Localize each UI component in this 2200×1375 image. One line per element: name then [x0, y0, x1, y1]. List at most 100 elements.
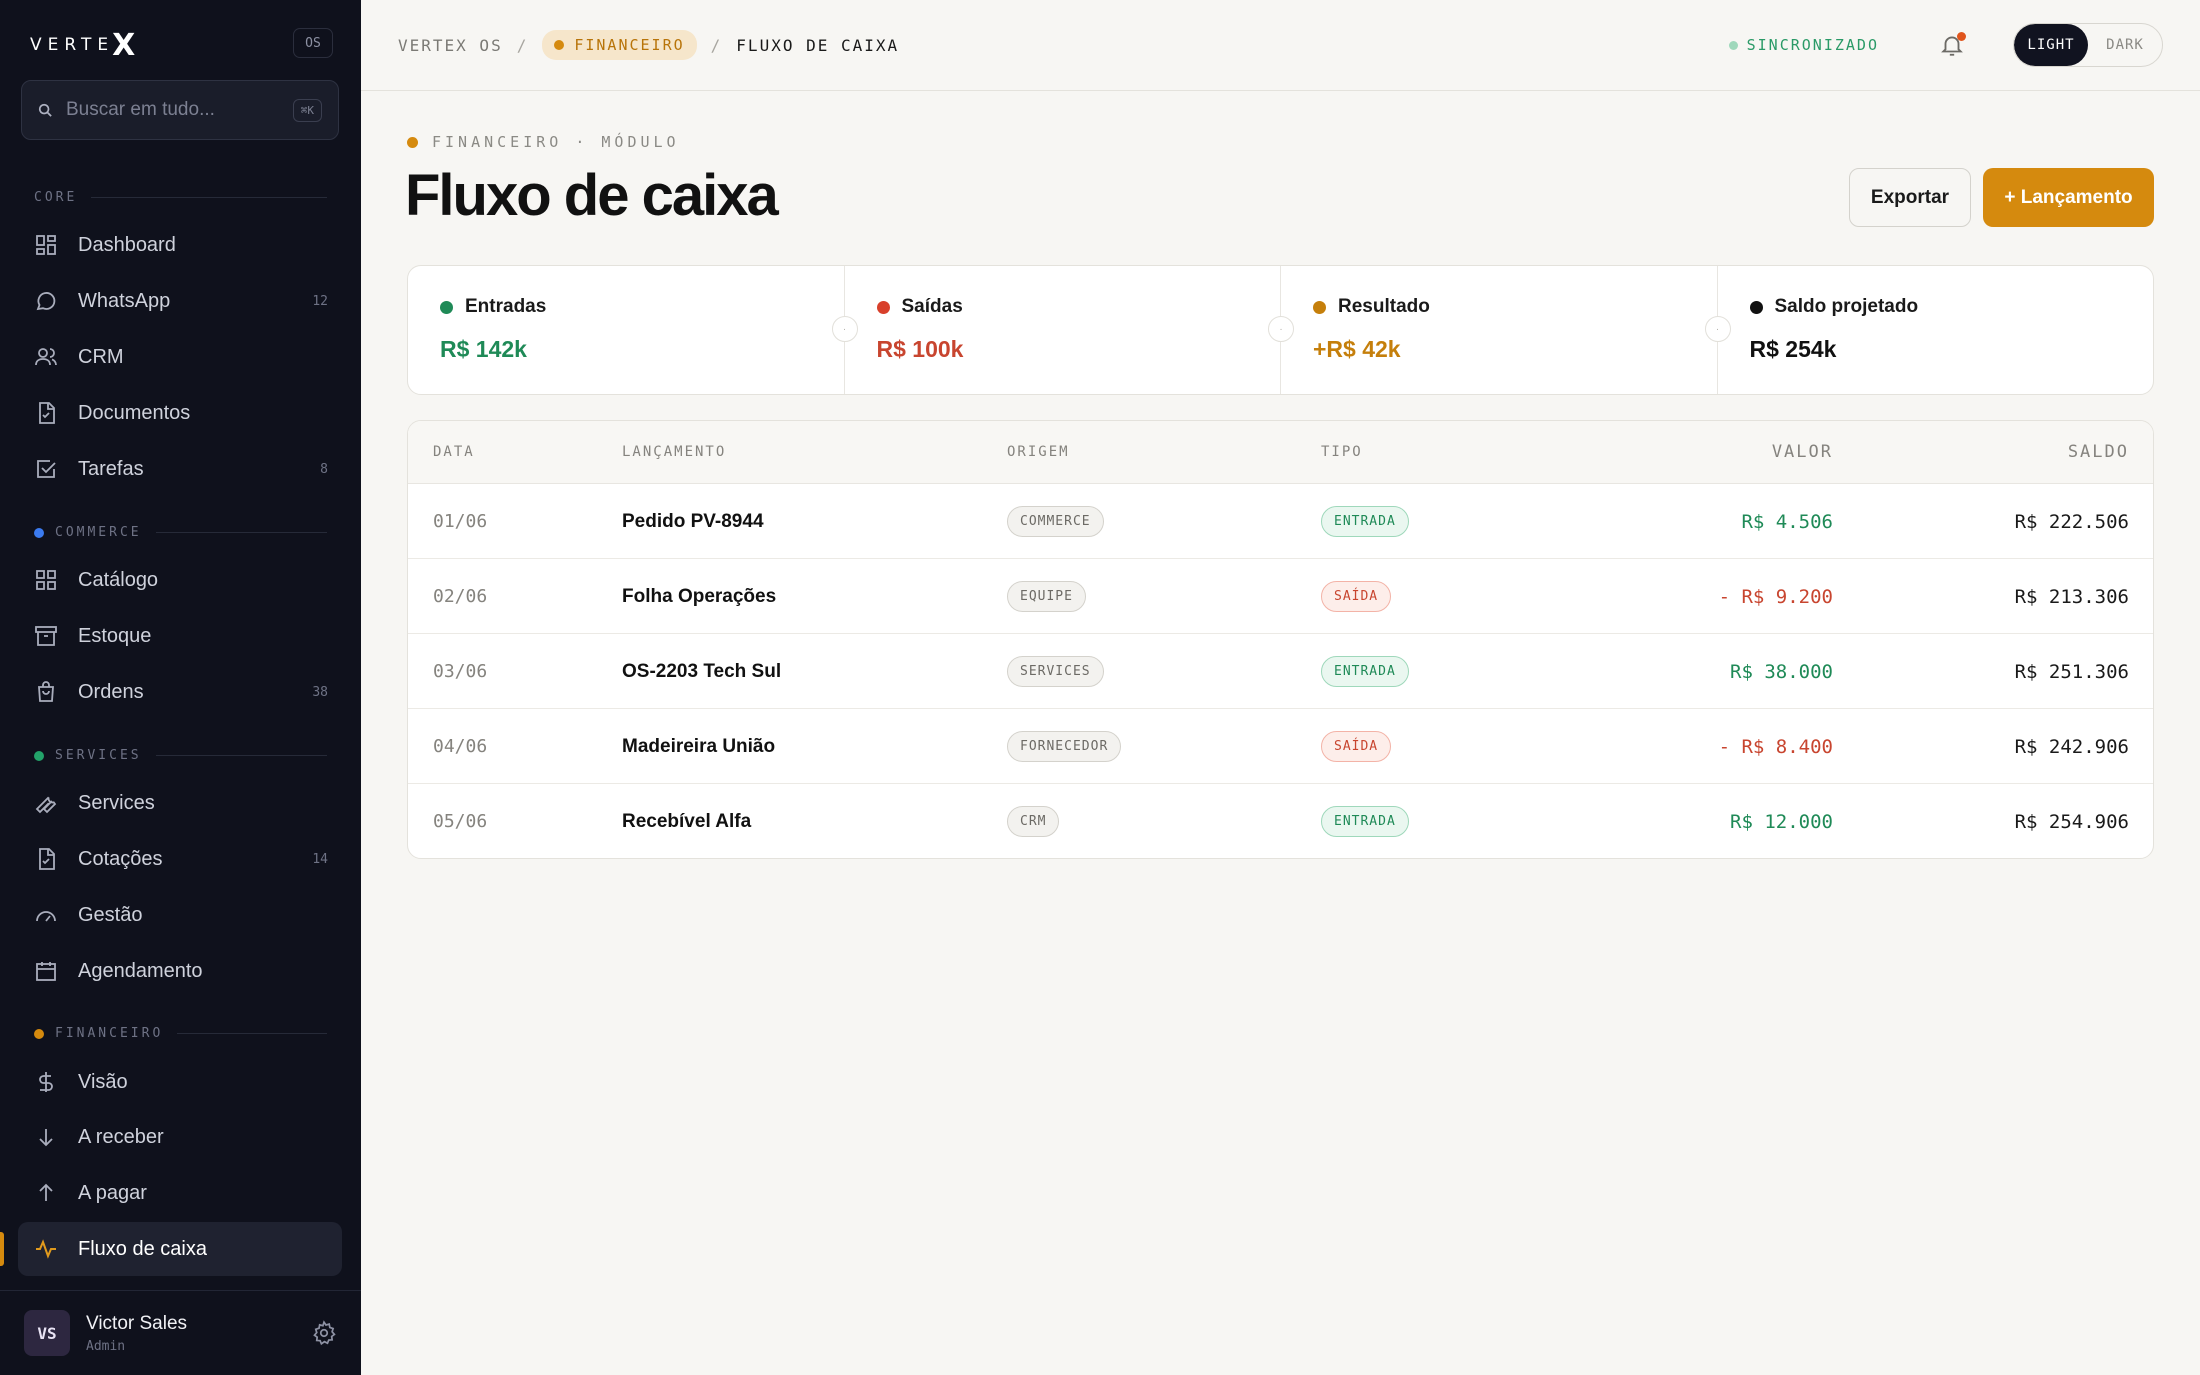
- type-badge: SAÍDA: [1321, 731, 1392, 762]
- breadcrumb-root[interactable]: VERTEX OS: [398, 36, 503, 55]
- table-row[interactable]: 04/06 Madeireira União FORNECEDOR SAÍDA …: [408, 709, 2153, 784]
- topbar: VERTEX OS / FINANCEIRO / FLUXO DE CAIXA …: [361, 0, 2200, 91]
- sidebar: VERTE X OS Buscar em tudo... ⌘K CORE Dash…: [0, 0, 361, 1375]
- sidebar-item-a-pagar[interactable]: A pagar: [18, 1166, 342, 1220]
- sidebar-item-ordens[interactable]: Ordens 38: [18, 665, 342, 719]
- notifications-button[interactable]: [1939, 32, 1966, 58]
- cell-description: Recebível Alfa: [622, 810, 752, 832]
- sidebar-item-services[interactable]: Services: [18, 776, 342, 830]
- type-badge: ENTRADA: [1321, 506, 1409, 537]
- kpi-header: Resultado: [1313, 296, 1685, 318]
- breadcrumb-module-label: FINANCEIRO: [574, 36, 685, 54]
- origin-tag: SERVICES: [1007, 656, 1104, 687]
- bag-icon: [38, 681, 54, 702]
- brand-x: X: [112, 27, 136, 63]
- checkbox-icon: [37, 460, 56, 478]
- cell-date: 05/06: [433, 811, 488, 832]
- cell-date: 02/06: [433, 586, 488, 607]
- cell-balance: R$ 222.506: [2014, 510, 2129, 533]
- gauge-icon: [36, 911, 56, 922]
- export-button[interactable]: Exportar: [1849, 168, 1971, 227]
- sidebar-item-tarefas[interactable]: Tarefas 8: [18, 442, 342, 496]
- cell-value: R$ 12.000: [1730, 810, 1833, 833]
- gear-icon[interactable]: [311, 1320, 337, 1346]
- kpi-value: R$ 100k: [876, 336, 964, 362]
- table-row[interactable]: 03/06 OS-2203 Tech Sul SERVICES ENTRADA …: [408, 634, 2153, 709]
- theme-light-button[interactable]: LIGHT: [2014, 24, 2088, 66]
- sidebar-item-fluxo-de-caixa[interactable]: Fluxo de caixa: [18, 1222, 342, 1276]
- cell-date: 01/06: [433, 511, 488, 532]
- kpi-label: Saídas: [901, 296, 963, 317]
- dashboard-icon: [36, 235, 56, 255]
- origin-tag: CRM: [1007, 806, 1060, 837]
- kpi-entradas: Entradas R$ 142k: [408, 266, 844, 394]
- sidebar-item-label: Documentos: [78, 401, 191, 424]
- col-tipo[interactable]: TIPO: [1321, 444, 1363, 460]
- cell-balance: R$ 251.306: [2014, 660, 2129, 683]
- kpi-resultado: · Resultado +R$ 42k: [1268, 266, 1717, 394]
- grid-icon: [36, 570, 56, 590]
- avatar[interactable]: VS: [24, 1310, 70, 1356]
- sidebar-item-crm[interactable]: CRM: [18, 330, 342, 384]
- notification-dot: [1957, 32, 1966, 41]
- type-badge: ENTRADA: [1321, 806, 1409, 837]
- search-shortcut: ⌘K: [292, 98, 322, 122]
- table-header: DATA LANÇAMENTO ORIGEM TIPO VALOR SALDO: [408, 421, 2153, 484]
- breadcrumb-module[interactable]: FINANCEIRO: [542, 30, 697, 60]
- col-saldo[interactable]: SALDO: [2068, 442, 2129, 462]
- search-input[interactable]: Buscar em tudo...: [66, 99, 293, 121]
- brand-logo[interactable]: VERTE X: [30, 27, 136, 63]
- divider: [155, 755, 327, 756]
- col-origem[interactable]: ORIGEM: [1007, 444, 1070, 460]
- sidebar-item-agendamento[interactable]: Agendamento: [18, 944, 342, 998]
- kpi-dot: [440, 300, 453, 314]
- table-row[interactable]: 01/06 Pedido PV-8944 COMMERCE ENTRADA R$…: [408, 484, 2153, 559]
- col-lancamento[interactable]: LANÇAMENTO: [622, 444, 726, 460]
- cell-type: ENTRADA: [1321, 784, 1409, 858]
- sidebar-item-whatsapp[interactable]: WhatsApp 12: [18, 274, 342, 328]
- pulse-icon: [36, 1239, 56, 1259]
- sidebar-item-gestao[interactable]: Gestão: [18, 888, 342, 942]
- col-valor[interactable]: VALOR: [1772, 442, 1833, 462]
- calendar-icon: [36, 962, 56, 981]
- kpi-dot: [1749, 300, 1763, 314]
- add-entry-button[interactable]: + Lançamento: [1983, 168, 2154, 227]
- sidebar-item-estoque[interactable]: Estoque: [18, 609, 342, 663]
- sync-status-label: SINCRONIZADO: [1746, 36, 1879, 54]
- user-role: Admin: [86, 1338, 126, 1354]
- sidebar-item-a-receber[interactable]: A receber: [18, 1110, 342, 1164]
- sidebar-item-count: 8: [320, 461, 328, 477]
- cell-date: 03/06: [433, 661, 488, 682]
- sidebar-item-visao[interactable]: Visão: [18, 1055, 342, 1109]
- sidebar-item-label: Fluxo de caixa: [78, 1237, 207, 1260]
- cell-origin: FORNECEDOR: [1007, 709, 1122, 784]
- divider: [91, 197, 327, 198]
- col-data[interactable]: DATA: [433, 444, 475, 460]
- sidebar-item-catalogo[interactable]: Catálogo: [18, 553, 342, 607]
- sidebar-item-documentos[interactable]: Documentos: [18, 386, 342, 440]
- sidebar-item-count: 12: [312, 293, 328, 309]
- kpi-dot: [876, 300, 890, 314]
- active-indicator: [0, 1232, 4, 1266]
- sidebar-item-label: Catálogo: [78, 568, 159, 591]
- kpi-separator: ·: [1704, 316, 1731, 342]
- section-services-label: SERVICES: [55, 748, 142, 763]
- search-box[interactable]: Buscar em tudo... ⌘K: [21, 80, 339, 140]
- sidebar-item-label: WhatsApp: [78, 289, 171, 312]
- cell-value: R$ 38.000: [1730, 660, 1833, 683]
- theme-dark-button[interactable]: DARK: [2088, 24, 2162, 66]
- cell-origin: SERVICES: [1007, 634, 1104, 709]
- kpi-value: R$ 254k: [1749, 336, 1837, 362]
- sidebar-item-cotacoes[interactable]: Cotações 14: [18, 832, 342, 886]
- table-row[interactable]: 05/06 Recebível Alfa CRM ENTRADA R$ 12.0…: [408, 784, 2153, 858]
- table-row[interactable]: 02/06 Folha Operações EQUIPE SAÍDA - R$ …: [408, 559, 2153, 634]
- sidebar-item-label: A receber: [78, 1125, 164, 1148]
- eyebrow-dot: [407, 136, 418, 148]
- cell-description: Madeireira União: [622, 735, 776, 757]
- sidebar-item-dashboard[interactable]: Dashboard: [18, 218, 342, 272]
- sidebar-item-label: A pagar: [78, 1181, 147, 1204]
- cell-value: R$ 4.506: [1741, 510, 1833, 533]
- origin-tag: EQUIPE: [1007, 581, 1086, 612]
- cell-origin: COMMERCE: [1007, 484, 1104, 559]
- type-badge: ENTRADA: [1321, 656, 1409, 687]
